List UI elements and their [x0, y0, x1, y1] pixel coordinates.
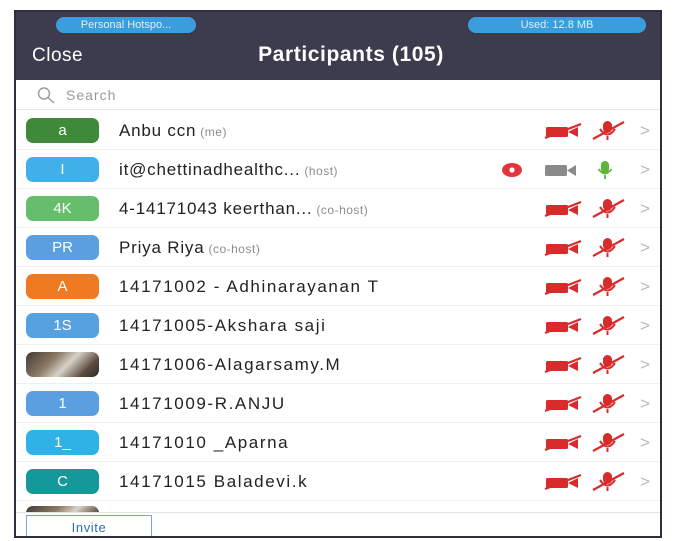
- participant-name: 14171002 - Adhinarayanan T: [119, 277, 380, 297]
- mic-on-icon: [597, 161, 613, 179]
- participant-status-icons: [544, 121, 644, 140]
- participant-name-text: 14171002 - Adhinarayanan T: [119, 277, 380, 296]
- participant-row[interactable]: A 14171002 - Adhinarayanan T >: [16, 267, 660, 306]
- mic-muted-icon: [592, 472, 625, 491]
- participant-name: Anbu ccn (me): [119, 121, 227, 141]
- video-off-icon: [544, 395, 582, 413]
- participant-status-icons: [544, 472, 644, 491]
- mic-muted-icon: [592, 121, 625, 140]
- search-input[interactable]: [66, 84, 366, 106]
- chevron-right-icon[interactable]: >: [640, 355, 650, 375]
- search-bar: [16, 80, 660, 110]
- recording-icon: [502, 163, 522, 177]
- avatar: I: [26, 157, 99, 182]
- video-on-icon: [545, 165, 576, 176]
- participant-row[interactable]: a Anbu ccn (me) >: [16, 111, 660, 150]
- participant-name-text: Priya Riya: [119, 238, 205, 257]
- participants-panel: Personal Hotspo... Used: 12.8 MB Close P…: [14, 10, 662, 538]
- hotspot-pill[interactable]: Personal Hotspo...: [56, 17, 196, 33]
- avatar: 4K: [26, 196, 99, 221]
- participant-row[interactable]: PR Priya Riya (co-host) >: [16, 228, 660, 267]
- participant-row[interactable]: 1_ 14171010 _Aparna >: [16, 423, 660, 462]
- chevron-right-icon[interactable]: >: [640, 160, 650, 180]
- avatar: 1_: [26, 430, 99, 455]
- video-off-icon: [544, 473, 582, 491]
- participant-name: 14171005-Akshara saji: [119, 316, 327, 336]
- participant-status-icons: [502, 161, 644, 179]
- status-bar: Personal Hotspo... Used: 12.8 MB: [16, 12, 660, 36]
- participant-status-icons: [544, 277, 644, 296]
- participant-role: (co-host): [316, 203, 369, 217]
- participant-name: 14171010 _Aparna: [119, 433, 289, 453]
- participant-status-icons: [544, 433, 644, 452]
- mic-muted-icon: [592, 394, 625, 413]
- participant-list: a Anbu ccn (me) > Iit@chettinadhealthc... (ho…: [16, 111, 660, 519]
- participant-name-text: it@chettinadhealthc...: [119, 160, 301, 179]
- participant-role: (me): [200, 125, 227, 139]
- mic-muted-icon: [592, 316, 625, 335]
- video-off-icon: [544, 317, 582, 335]
- mic-muted-icon: [592, 199, 625, 218]
- participant-status-icons: [544, 394, 644, 413]
- participant-name: 4-14171043 keerthan... (co-host): [119, 199, 368, 219]
- participant-row[interactable]: 1S 14171005-Akshara saji >: [16, 306, 660, 345]
- participant-row[interactable]: 1 14171009-R.ANJU >: [16, 384, 660, 423]
- participant-row[interactable]: C 14171015 Baladevi.k >: [16, 462, 660, 501]
- participant-status-icons: [544, 355, 644, 374]
- participant-status-icons: [544, 199, 644, 218]
- video-off-icon: [544, 278, 582, 296]
- participant-name-text: Anbu ccn: [119, 121, 197, 140]
- page-title: Participants (105): [258, 43, 444, 66]
- participant-name-text: 14171010 _Aparna: [119, 433, 290, 452]
- avatar: 1: [26, 391, 99, 416]
- participant-name: 14171015 Baladevi.k: [119, 472, 308, 492]
- participant-name: 14171009-R.ANJU: [119, 394, 286, 414]
- chevron-right-icon[interactable]: >: [640, 199, 650, 219]
- mic-muted-icon: [592, 238, 625, 257]
- mic-muted-icon: [592, 433, 625, 452]
- invite-button[interactable]: Invite: [26, 515, 152, 536]
- chevron-right-icon[interactable]: >: [640, 121, 650, 141]
- search-icon: [37, 87, 55, 104]
- participant-name: 14171006-Alagarsamy.M: [119, 355, 341, 375]
- avatar: 1S: [26, 313, 99, 338]
- participant-name-text: 14171005-Akshara saji: [119, 316, 327, 335]
- avatar: PR: [26, 235, 99, 260]
- participant-row[interactable]: 14171006-Alagarsamy.M >: [16, 345, 660, 384]
- header: Close Participants (105): [16, 36, 660, 80]
- data-usage-pill: Used: 12.8 MB: [468, 17, 646, 33]
- avatar: C: [26, 469, 99, 494]
- participant-name-text: 14171006-Alagarsamy.M: [119, 355, 342, 374]
- participant-row[interactable]: Iit@chettinadhealthc... (host) >: [16, 150, 660, 189]
- video-off-icon: [544, 200, 582, 218]
- mic-muted-icon: [592, 277, 625, 296]
- avatar: [26, 352, 99, 377]
- chevron-right-icon[interactable]: >: [640, 316, 650, 336]
- participant-name-text: 4-14171043 keerthan...: [119, 199, 313, 218]
- video-off-icon: [544, 239, 582, 257]
- chevron-right-icon[interactable]: >: [640, 433, 650, 453]
- participant-name: Priya Riya (co-host): [119, 238, 260, 258]
- participant-name-text: 14171015 Baladevi.k: [119, 472, 309, 491]
- chevron-right-icon[interactable]: >: [640, 472, 650, 492]
- participant-row[interactable]: 4K 4-14171043 keerthan... (co-host) >: [16, 189, 660, 228]
- chevron-right-icon[interactable]: >: [640, 277, 650, 297]
- video-off-icon: [544, 356, 582, 374]
- participant-name: it@chettinadhealthc... (host): [119, 160, 338, 180]
- video-off-icon: [544, 122, 582, 140]
- video-off-icon: [544, 434, 582, 452]
- participant-name-text: 14171009-R.ANJU: [119, 394, 286, 413]
- participant-status-icons: [544, 238, 644, 257]
- participant-status-icons: [544, 316, 644, 335]
- participant-role: (host): [304, 164, 339, 178]
- mic-muted-icon: [592, 355, 625, 374]
- chevron-right-icon[interactable]: >: [640, 238, 650, 258]
- participant-role: (co-host): [208, 242, 261, 256]
- avatar: A: [26, 274, 99, 299]
- avatar: a: [26, 118, 99, 143]
- bottom-bar: Invite: [16, 512, 660, 536]
- chevron-right-icon[interactable]: >: [640, 394, 650, 414]
